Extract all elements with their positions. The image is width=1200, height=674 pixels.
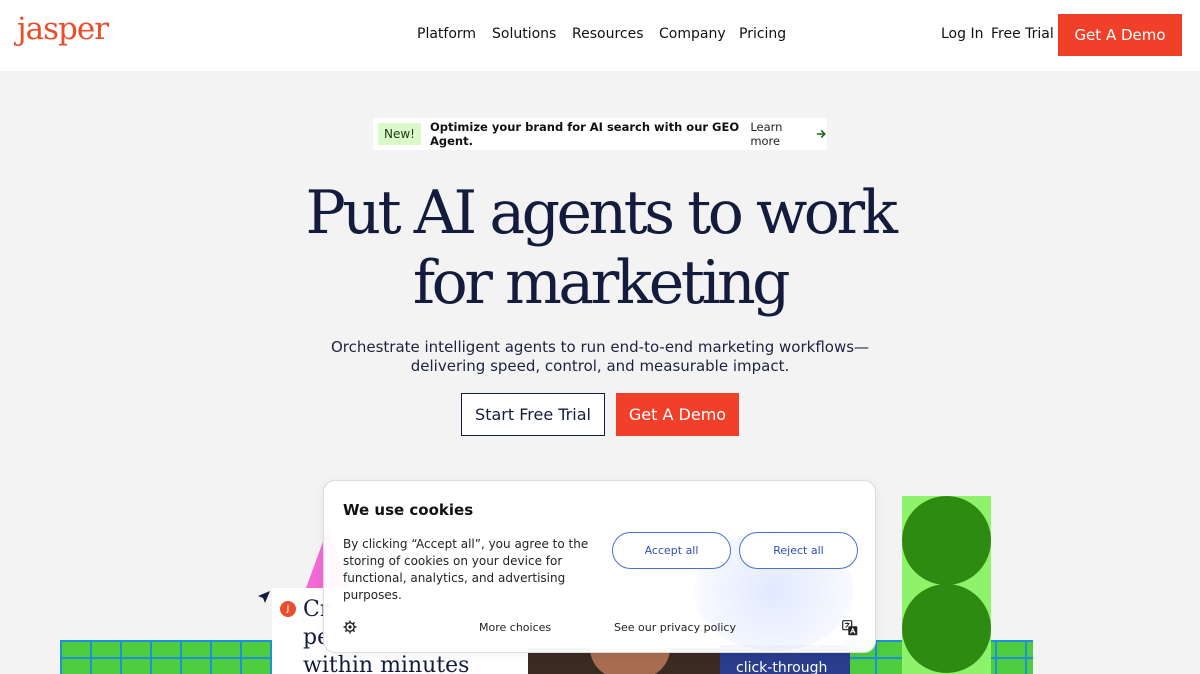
nav-company[interactable]: Company: [659, 26, 726, 42]
translate-icon[interactable]: [842, 620, 858, 636]
subtitle-line-1: Orchestrate intelligent agents to run en…: [330, 338, 870, 356]
settings-gear-icon[interactable]: [343, 620, 357, 634]
reject-all-button[interactable]: Reject all: [739, 532, 858, 569]
cookie-consent-dialog: We use cookies By clicking “Accept all”,…: [323, 480, 876, 653]
free-trial-link[interactable]: Free Trial: [991, 26, 1054, 42]
jasper-badge-icon: J: [280, 601, 296, 617]
hero-subtitle: Orchestrate intelligent agents to run en…: [0, 338, 1200, 376]
top-nav: jasper Platform Solutions Resources Comp…: [0, 0, 1200, 71]
card-line-3: within minutes: [303, 653, 470, 674]
announcement-bar[interactable]: New! Optimize your brand for AI search w…: [373, 118, 827, 150]
green-circle-bottom: [902, 584, 991, 673]
new-badge: New!: [378, 123, 421, 145]
privacy-policy-link[interactable]: See our privacy policy: [614, 621, 736, 634]
nav-resources[interactable]: Resources: [572, 26, 644, 42]
cookie-title: We use cookies: [343, 501, 474, 519]
nav-solutions[interactable]: Solutions: [492, 26, 556, 42]
headline-line-2: for marketing: [412, 248, 791, 318]
jasper-logo[interactable]: jasper: [17, 11, 109, 47]
hero-headline: Put AI agents to work for marketing: [0, 178, 1200, 318]
start-free-trial-button[interactable]: Start Free Trial: [461, 393, 605, 436]
login-link[interactable]: Log In: [941, 26, 983, 42]
announcement-text: Optimize your brand for AI search with o…: [429, 120, 740, 148]
subtitle-line-2: delivering speed, control, and measurabl…: [410, 357, 790, 375]
arrow-right-icon: [816, 129, 826, 139]
nav-platform[interactable]: Platform: [417, 26, 476, 42]
headline-line-1: Put AI agents to work: [305, 178, 898, 248]
get-demo-button-top[interactable]: Get A Demo: [1058, 14, 1182, 56]
grid-decoration-left: [60, 640, 272, 674]
preview-blue-text: click-through: [736, 660, 828, 674]
cursor-arrow-icon: [258, 591, 270, 603]
nav-pricing[interactable]: Pricing: [739, 26, 786, 42]
cookie-body-text: By clicking “Accept all”, you agree to t…: [343, 537, 589, 602]
get-demo-button[interactable]: Get A Demo: [616, 393, 739, 436]
accept-all-button[interactable]: Accept all: [612, 532, 731, 569]
more-choices-link[interactable]: More choices: [479, 621, 551, 634]
learn-more-link[interactable]: Learn more: [750, 120, 808, 148]
green-circle-top: [902, 496, 991, 585]
